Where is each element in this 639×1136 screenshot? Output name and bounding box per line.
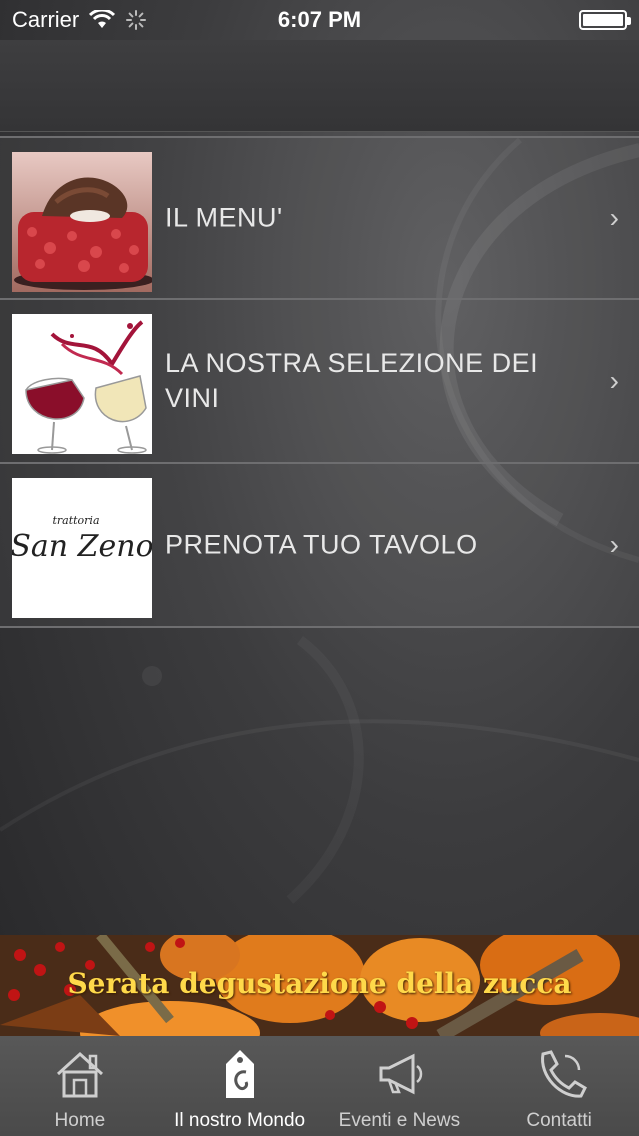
menu-item-label: LA NOSTRA SELEZIONE DEI VINI bbox=[165, 348, 539, 413]
tab-eventi-news[interactable]: Eventi e News bbox=[320, 1036, 480, 1136]
tag-icon bbox=[225, 1050, 254, 1098]
house-icon bbox=[56, 1051, 103, 1098]
chevron-right-icon: › bbox=[609, 365, 619, 396]
logo-big-text: San Zeno bbox=[12, 529, 152, 564]
menu-item-label: PRENOTA TUO TAVOLO bbox=[165, 529, 478, 560]
status-time: 6:07 PM bbox=[277, 7, 362, 32]
tab-label: Contatti bbox=[526, 1110, 592, 1131]
tab-il-nostro-mondo[interactable]: Il nostro Mondo bbox=[160, 1036, 320, 1136]
tab-label: Home bbox=[54, 1110, 106, 1131]
navigation-bar bbox=[0, 40, 639, 132]
chevron-right-icon: › bbox=[609, 529, 619, 560]
banner-text: Serata degustazione della zucca bbox=[67, 967, 572, 1000]
dessert-photo bbox=[12, 152, 152, 292]
menu-item-label: IL MENU' bbox=[165, 202, 283, 233]
tab-contatti[interactable]: Contatti bbox=[479, 1036, 639, 1136]
menu-item-prenota-tavolo[interactable]: trattoria San Zeno PRENOTA TUO TAVOLO › bbox=[0, 464, 639, 628]
menu-item-il-menu[interactable]: IL MENU' › bbox=[0, 136, 639, 300]
battery-icon bbox=[579, 10, 631, 30]
tab-home[interactable]: Home bbox=[0, 1036, 160, 1136]
trattoria-san-zeno-logo: trattoria San Zeno bbox=[12, 478, 152, 618]
status-bar: Carrier 6:07 PM bbox=[0, 0, 639, 40]
megaphone-icon bbox=[379, 1053, 423, 1095]
logo-small-text: trattoria bbox=[52, 514, 99, 527]
tab-label: Eventi e News bbox=[338, 1110, 461, 1131]
tab-label: Il nostro Mondo bbox=[174, 1110, 306, 1131]
chevron-right-icon: › bbox=[609, 202, 619, 233]
menu-item-wines[interactable]: LA NOSTRA SELEZIONE DEI VINI › bbox=[0, 300, 639, 464]
phone-icon bbox=[541, 1050, 588, 1098]
wine-glasses-photo bbox=[12, 314, 152, 454]
menu-list: IL MENU' › LA NOSTRA SELEZIONE DEI VINI … bbox=[0, 136, 639, 628]
event-banner[interactable]: Serata degustazione della zucca bbox=[0, 935, 639, 1036]
tab-bar: Home Il nostro Mondo Eventi e News Conta… bbox=[0, 1036, 639, 1136]
